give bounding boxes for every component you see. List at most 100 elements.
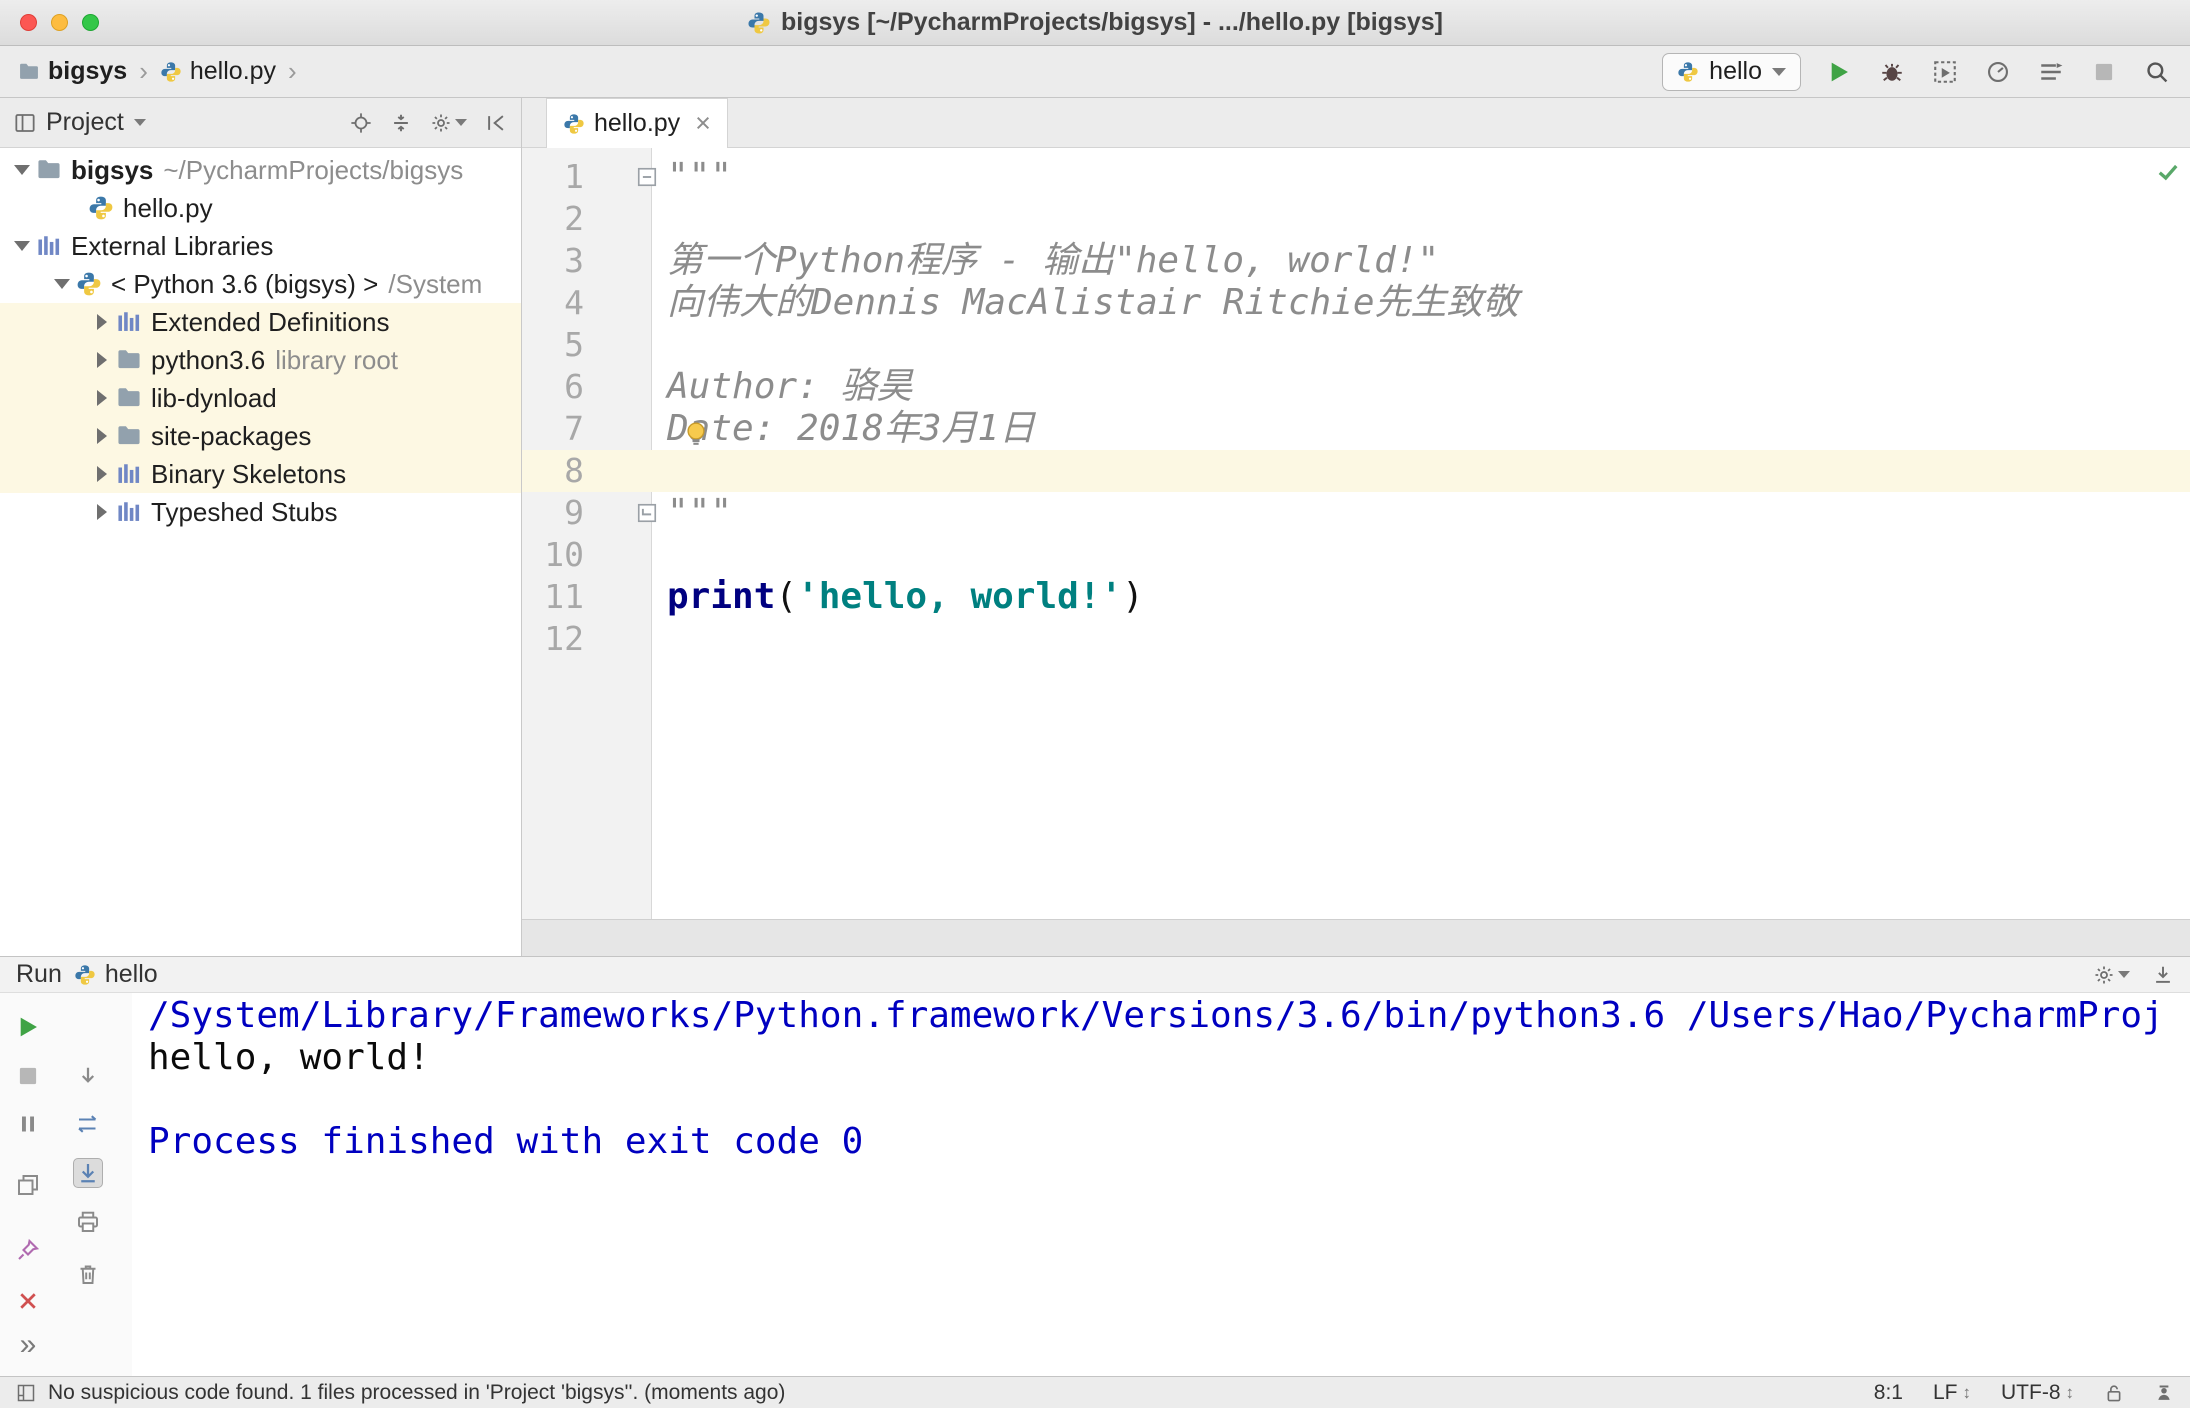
run-console[interactable]: /System/Library/Frameworks/Python.framew… [132,993,2190,1376]
project-tree: bigsys ~/PycharmProjects/bigsys hello.py… [0,148,521,956]
scroll-to-end-button[interactable] [73,1158,103,1188]
expander-icon[interactable] [88,390,116,406]
expander-icon[interactable] [8,165,36,175]
more-actions-button[interactable]: » [13,1330,43,1360]
fold-region-end-icon[interactable] [636,502,658,524]
collapse-all-icon[interactable] [390,112,412,134]
stop-button[interactable] [2089,57,2119,87]
run-with-coverage-button[interactable] [1930,57,1960,87]
locate-file-icon[interactable] [350,112,372,134]
breadcrumb: bigsys › hello.py › [18,56,301,87]
chevron-down-icon [455,119,467,126]
scroll-down-button[interactable] [73,1061,103,1091]
code-line: 第一个Python程序 - 输出"hello, world!" [667,240,1440,281]
expander-icon[interactable] [88,314,116,330]
libraries-icon [36,233,62,259]
close-window-button[interactable] [20,14,37,31]
fold-region-start-icon[interactable] [636,166,658,188]
expander-icon[interactable] [88,428,116,444]
tab-hello-py[interactable]: hello.py × [546,98,728,148]
clear-all-button[interactable] [73,1259,103,1289]
line-ending-widget[interactable]: LF ↕ [1933,1381,1971,1405]
debug-button[interactable] [1877,57,1907,87]
code-line: print('hello, world!') [667,576,1144,617]
code-line: """ [667,156,733,197]
run-tab-hello[interactable]: hello [74,960,158,989]
pause-output-button[interactable] [13,1109,43,1139]
encoding-widget[interactable]: UTF-8 ↕ [2001,1381,2074,1405]
chevron-down-icon[interactable] [133,119,146,126]
tree-item-binary-skeletons[interactable]: Binary Skeletons [0,455,521,493]
line-number: 11 [544,577,584,616]
project-panel-title[interactable]: Project [46,108,124,137]
line-number: 9 [564,493,584,532]
run-button[interactable] [1824,57,1854,87]
window-title: bigsys [~/PycharmProjects/bigsys] - .../… [780,8,1443,36]
zoom-window-button[interactable] [82,14,99,31]
console-line: hello, world! [148,1037,430,1078]
tree-item-lib-dynload[interactable]: lib-dynload [0,379,521,417]
dock-panel-icon[interactable] [2152,964,2174,986]
line-numbers[interactable]: 1 2 3 4 5 6 7 8 9 10 11 12 [522,156,584,660]
tree-item-file[interactable]: hello.py [0,189,521,227]
print-button[interactable] [73,1207,103,1237]
readonly-lock-icon[interactable] [2104,1383,2124,1403]
run-configuration-select[interactable]: hello [1662,52,1801,91]
close-panel-button[interactable] [13,1286,43,1316]
tree-item-typeshed-stubs[interactable]: Typeshed Stubs [0,493,521,531]
search-everywhere-button[interactable] [2142,57,2172,87]
folder-icon [116,385,142,411]
run-panel-title: Run [16,960,62,988]
expander-icon[interactable] [8,241,36,251]
profile-button[interactable] [1983,57,2013,87]
expander-icon[interactable] [48,279,76,289]
line-number: 8 [564,451,584,490]
intention-bulb-icon[interactable] [682,420,710,448]
inspection-ok-icon[interactable] [2156,160,2180,184]
expander-icon[interactable] [88,466,116,482]
line-number: 3 [564,241,584,280]
expander-icon[interactable] [88,504,116,520]
tree-item-interpreter[interactable]: < Python 3.6 (bigsys) > /System [0,265,521,303]
caret-position-widget[interactable]: 8:1 [1874,1381,1903,1405]
code-area[interactable]: """ 第一个Python程序 - 输出"hello, world!" 向伟大的… [653,156,2190,660]
breadcrumb-project[interactable]: bigsys [18,57,127,86]
tab-label: hello.py [594,109,681,137]
folder-icon [18,61,40,83]
chevron-right-icon: › [288,56,297,86]
code-line: 向伟大的Dennis MacAlistair Ritchie先生致敬 [667,282,1519,323]
libraries-icon [116,461,142,487]
pin-tab-button[interactable] [13,1235,43,1265]
updown-icon: ↕ [1962,1382,1972,1402]
tree-item-site-packages[interactable]: site-packages [0,417,521,455]
line-number: 7 [564,409,584,448]
hide-panel-icon[interactable] [485,112,507,134]
main-area: Project bigsys ~/PycharmProjects/bigsys … [0,98,2190,956]
soft-wrap-button[interactable] [73,1109,103,1139]
inspections-profile-icon[interactable] [2154,1383,2174,1403]
concurrency-diagram-button[interactable] [2036,57,2066,87]
minimize-window-button[interactable] [51,14,68,31]
run-settings-button[interactable] [2093,964,2130,986]
line-number: 5 [564,325,584,364]
close-tab-icon[interactable]: × [695,110,711,137]
rerun-button[interactable] [13,1012,43,1042]
expander-icon[interactable] [88,352,116,368]
tree-item-external-libraries[interactable]: External Libraries [0,227,521,265]
editor-body[interactable]: 1 2 3 4 5 6 7 8 9 10 11 12 """ 第一个Python… [522,148,2190,919]
restore-layout-button[interactable] [13,1170,43,1200]
toolwindow-toggle-icon[interactable] [16,1383,36,1403]
code-line-caret [653,450,2190,492]
tree-item-extended-definitions[interactable]: Extended Definitions [0,303,521,341]
stop-process-button[interactable] [13,1061,43,1091]
breadcrumb-file[interactable]: hello.py [160,57,276,86]
tree-item-python36[interactable]: python3.6 library root [0,341,521,379]
gear-icon [430,112,452,134]
editor-bottom-splitter[interactable] [522,919,2190,956]
title-bar: bigsys [~/PycharmProjects/bigsys] - .../… [0,0,2190,46]
panel-settings-button[interactable] [430,112,467,134]
tree-item-project-root[interactable]: bigsys ~/PycharmProjects/bigsys [0,151,521,189]
project-tool-window: Project bigsys ~/PycharmProjects/bigsys … [0,98,522,956]
